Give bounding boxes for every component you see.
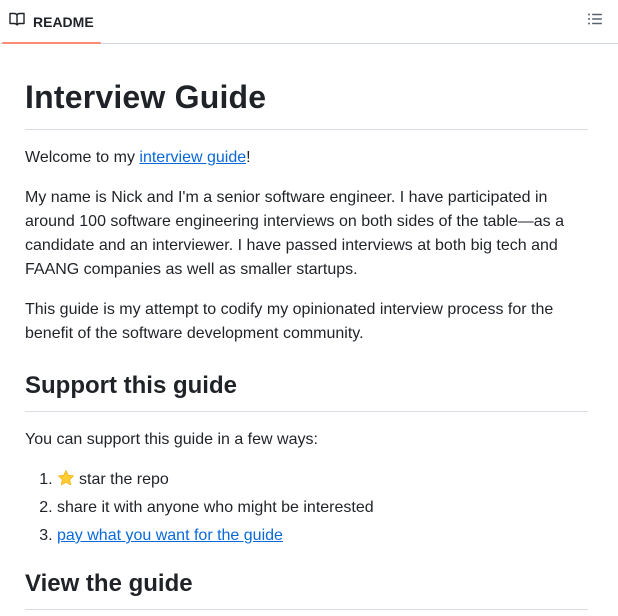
readme-content: Interview Guide Welcome to my interview … bbox=[0, 78, 618, 610]
outline-button[interactable] bbox=[586, 12, 604, 30]
interview-guide-link[interactable]: interview guide bbox=[139, 149, 246, 166]
readme-tabbar: README bbox=[0, 0, 618, 44]
welcome-text: Welcome to my bbox=[25, 149, 140, 166]
pay-link[interactable]: pay what you want for the guide bbox=[57, 527, 283, 544]
tab-readme[interactable]: README bbox=[0, 0, 101, 44]
intro-paragraph: My name is Nick and I'm a senior softwar… bbox=[25, 189, 565, 278]
list-icon bbox=[587, 11, 603, 32]
welcome-paragraph: Welcome to my interview guide! bbox=[25, 146, 588, 170]
page-title: Interview Guide bbox=[25, 78, 588, 130]
view-heading: View the guide bbox=[25, 568, 588, 610]
list-item: share it with anyone who might be intere… bbox=[57, 496, 588, 520]
tab-readme-label: README bbox=[33, 13, 94, 30]
star-icon bbox=[57, 469, 75, 487]
book-icon bbox=[9, 11, 25, 32]
welcome-suffix: ! bbox=[246, 149, 251, 166]
tab-active-indicator bbox=[2, 42, 101, 44]
list-item-text: star the repo bbox=[79, 471, 169, 488]
list-item: star the repo bbox=[57, 468, 588, 492]
support-list: star the repo share it with anyone who m… bbox=[25, 468, 588, 548]
support-paragraph: You can support this guide in a few ways… bbox=[25, 431, 318, 448]
list-item: pay what you want for the guide bbox=[57, 524, 588, 548]
list-item-text: share it with anyone who might be intere… bbox=[57, 499, 374, 516]
support-heading: Support this guide bbox=[25, 370, 588, 412]
purpose-paragraph: This guide is my attempt to codify my op… bbox=[25, 301, 554, 342]
